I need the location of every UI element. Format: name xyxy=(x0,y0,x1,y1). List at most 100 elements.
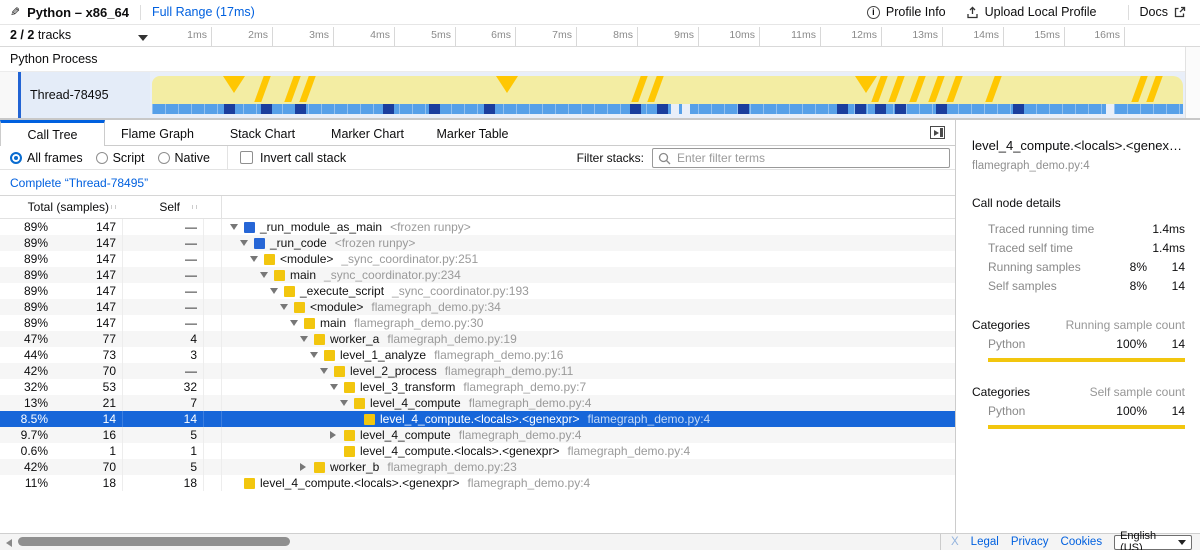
scroll-left-arrow-icon[interactable] xyxy=(6,539,12,547)
table-row[interactable]: 32%5332level_3_transformflamegraph_demo.… xyxy=(0,379,955,395)
sample-dense-segment xyxy=(295,104,306,114)
radio-circle-icon xyxy=(158,152,170,164)
collapse-twisty-icon[interactable] xyxy=(270,288,284,294)
category-color-icon xyxy=(294,302,305,313)
breadcrumb[interactable]: Complete “Thread-78495” xyxy=(10,176,148,190)
radio-native[interactable]: Native xyxy=(158,151,210,165)
table-row[interactable]: 47%774worker_aflamegraph_demo.py:19 xyxy=(0,331,955,347)
sample-dense-segment xyxy=(429,104,440,114)
tab-flame-graph[interactable]: Flame Graph xyxy=(105,120,210,145)
table-row[interactable]: 9.7%165level_4_computeflamegraph_demo.py… xyxy=(0,427,955,443)
category-strip-cell xyxy=(204,379,222,395)
sidebar-toggle-icon[interactable] xyxy=(930,126,945,139)
thread-track-label: Thread-78495 xyxy=(30,88,109,102)
total-samples-cell: 147 xyxy=(48,219,123,235)
table-row[interactable]: 11%1818level_4_compute.<locals>.<genexpr… xyxy=(0,475,955,491)
table-row[interactable]: 42%705worker_bflamegraph_demo.py:23 xyxy=(0,459,955,475)
table-row[interactable]: 44%733level_1_analyzeflamegraph_demo.py:… xyxy=(0,347,955,363)
tab-call-tree[interactable]: Call Tree xyxy=(0,120,105,146)
function-cell: level_4_computeflamegraph_demo.py:4 xyxy=(222,427,955,443)
ruler-tick-label: 16ms xyxy=(1064,29,1120,41)
total-samples-column-header[interactable]: Total (samples) xyxy=(0,200,123,214)
table-row[interactable]: 89%147—<module>flamegraph_demo.py:34 xyxy=(0,299,955,315)
language-select[interactable]: English (US) xyxy=(1114,535,1192,550)
tab-stack-chart[interactable]: Stack Chart xyxy=(210,120,315,145)
category-bar xyxy=(988,358,1185,362)
collapse-twisty-icon[interactable] xyxy=(240,240,254,246)
collapse-twisty-icon[interactable] xyxy=(330,384,344,390)
sample-gap xyxy=(682,104,690,114)
collapse-twisty-icon[interactable] xyxy=(340,400,354,406)
sample-dense-segment xyxy=(261,104,272,114)
collapse-twisty-icon[interactable] xyxy=(260,272,274,278)
function-cell: _run_code<frozen runpy> xyxy=(222,235,955,251)
radio-all-frames[interactable]: All frames xyxy=(10,151,83,165)
collapse-twisty-icon[interactable] xyxy=(290,320,304,326)
total-percent-cell: 89% xyxy=(0,219,48,235)
edit-profile-name-icon[interactable]: ✎ xyxy=(10,5,20,19)
total-samples-cell: 16 xyxy=(48,427,123,443)
tab-marker-chart[interactable]: Marker Chart xyxy=(315,120,420,145)
radio-script[interactable]: Script xyxy=(96,151,145,165)
self-cell: 1 xyxy=(123,443,204,459)
thread-track[interactable]: Thread-78495 xyxy=(0,72,1200,118)
table-row[interactable]: 89%147—<module>_sync_coordinator.py:251 xyxy=(0,251,955,267)
invert-call-stack-checkbox[interactable]: Invert call stack xyxy=(240,151,346,165)
divider xyxy=(140,5,141,20)
category-color-icon xyxy=(304,318,315,329)
process-track-header[interactable]: Python Process xyxy=(0,47,1200,72)
expand-twisty-icon[interactable] xyxy=(330,431,344,439)
filter-stacks-input[interactable] xyxy=(652,148,950,168)
tab-marker-table[interactable]: Marker Table xyxy=(420,120,525,145)
table-row[interactable]: 89%147—main_sync_coordinator.py:234 xyxy=(0,267,955,283)
function-name: level_2_process xyxy=(350,363,437,379)
sample-strip xyxy=(152,104,1183,114)
self-cell: 14 xyxy=(123,411,204,427)
category-strip-cell xyxy=(204,395,222,411)
activity-marker-slash xyxy=(985,76,1001,102)
table-row[interactable]: 89%147—_run_code<frozen runpy> xyxy=(0,235,955,251)
footer-link-cookies[interactable]: Cookies xyxy=(1061,536,1103,548)
profile-info-button[interactable]: i Profile Info xyxy=(867,5,946,19)
sample-dense-segment xyxy=(484,104,495,114)
table-row[interactable]: 8.5%1414level_4_compute.<locals>.<genexp… xyxy=(0,411,955,427)
file-location: _sync_coordinator.py:251 xyxy=(341,251,478,267)
activity-marker-slash xyxy=(946,76,962,102)
total-percent-cell: 42% xyxy=(0,459,48,475)
sample-gap xyxy=(671,104,679,114)
upload-profile-button[interactable]: Upload Local Profile xyxy=(966,5,1097,19)
footer-link-x[interactable]: X xyxy=(951,536,959,548)
table-row[interactable]: 0.6%11level_4_compute.<locals>.<genexpr>… xyxy=(0,443,955,459)
tracks-dropdown[interactable]: 2 / 2 tracks xyxy=(10,28,150,42)
total-samples-cell: 53 xyxy=(48,379,123,395)
collapse-twisty-icon[interactable] xyxy=(280,304,294,310)
table-row[interactable]: 89%147—_execute_script_sync_coordinator.… xyxy=(0,283,955,299)
total-samples-cell: 147 xyxy=(48,235,123,251)
table-row[interactable]: 13%217level_4_computeflamegraph_demo.py:… xyxy=(0,395,955,411)
collapse-twisty-icon[interactable] xyxy=(300,336,314,342)
full-range-button[interactable]: Full Range (17ms) xyxy=(152,5,255,19)
table-row[interactable]: 42%70—level_2_processflamegraph_demo.py:… xyxy=(0,363,955,379)
activity-marker-slash xyxy=(1131,76,1147,102)
docs-link[interactable]: Docs xyxy=(1140,5,1186,19)
category-strip-cell xyxy=(204,235,222,251)
collapse-twisty-icon[interactable] xyxy=(250,256,264,262)
thread-track-header[interactable]: Thread-78495 xyxy=(21,72,150,118)
ruler-tick-label: 6ms xyxy=(455,29,511,41)
table-row[interactable]: 89%147—_run_module_as_main<frozen runpy> xyxy=(0,219,955,235)
footer-link-privacy[interactable]: Privacy xyxy=(1011,536,1049,548)
collapse-twisty-icon[interactable] xyxy=(320,368,334,374)
footer-link-legal[interactable]: Legal xyxy=(971,536,999,548)
sample-dense-segment xyxy=(630,104,641,114)
function-name: main xyxy=(320,315,346,331)
collapse-twisty-icon[interactable] xyxy=(230,224,244,230)
expand-twisty-icon[interactable] xyxy=(300,463,314,471)
self-column-header[interactable]: Self xyxy=(123,200,204,214)
table-row[interactable]: 89%147—mainflamegraph_demo.py:30 xyxy=(0,315,955,331)
thread-track-canvas[interactable] xyxy=(150,72,1185,118)
horizontal-scrollbar-thumb[interactable] xyxy=(18,537,290,546)
collapse-twisty-icon[interactable] xyxy=(310,352,324,358)
chevron-down-icon xyxy=(1178,540,1186,545)
category-strip-cell xyxy=(204,315,222,331)
function-cell: main_sync_coordinator.py:234 xyxy=(222,267,955,283)
